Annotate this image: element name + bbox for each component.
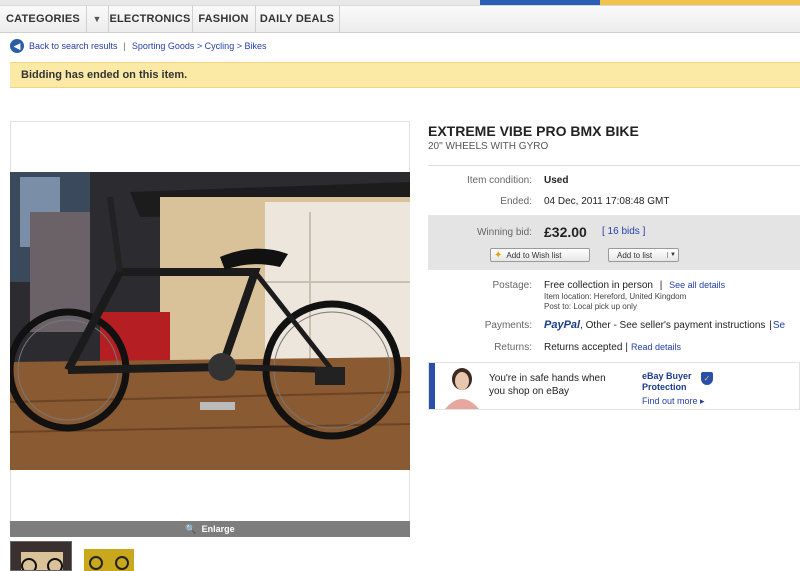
nav-electronics-label: ELECTRONICS: [109, 13, 191, 25]
returns-label: Returns:: [494, 342, 532, 353]
thumbnail-2[interactable]: [82, 541, 144, 571]
paypal-logo: PayPal: [544, 319, 580, 331]
payments-other: , Other - See seller's payment instructi…: [580, 320, 766, 331]
find-out-more-link[interactable]: Find out more ▸: [642, 396, 705, 407]
payments-label: Payments:: [484, 320, 532, 331]
caret-down-icon[interactable]: ▼: [86, 6, 109, 32]
nav-daily-deals[interactable]: DAILY DEALS: [255, 6, 340, 32]
add-to-list-label: Add to list: [617, 250, 653, 260]
returns-value: Returns accepted: [544, 342, 623, 353]
nav-fashion[interactable]: FASHION: [192, 6, 256, 32]
safe-hands-text: You're in safe hands when you shop on eB…: [489, 372, 606, 398]
bike-photo-illustration: [10, 172, 410, 470]
returns-line: Returns accepted | Read details: [544, 342, 681, 353]
read-details-link[interactable]: Read details: [631, 342, 681, 352]
enlarge-button[interactable]: 🔍 Enlarge: [10, 521, 410, 537]
ended-value: 04 Dec, 2011 17:08:48 GMT: [544, 196, 670, 207]
add-to-wish-list-button[interactable]: ✦ Add to Wish list: [490, 248, 590, 262]
postage-separator: |: [659, 280, 663, 291]
protection-line-1: eBay Buyer: [642, 371, 692, 381]
paypal-wordmark: PayPal: [544, 319, 581, 331]
nav-fashion-label: FASHION: [198, 13, 249, 25]
nav-daily-deals-label: DAILY DEALS: [259, 13, 335, 25]
condition-value: Used: [544, 175, 569, 186]
shield-icon: ✓: [701, 372, 713, 385]
thumbnail-1[interactable]: [10, 541, 72, 571]
accent-bar: [429, 363, 435, 409]
item-subtitle: 20" WHEELS WITH GYRO: [428, 141, 549, 152]
payments-more-link[interactable]: Se: [773, 320, 785, 331]
breadcrumb-separator: |: [123, 41, 126, 51]
protection-line-2: Protection: [642, 382, 687, 392]
nav-categories[interactable]: CATEGORIES: [0, 6, 87, 32]
wish-list-label: Add to Wish list: [506, 250, 562, 260]
ended-label: Ended:: [500, 196, 532, 207]
back-arrow-icon[interactable]: ◀: [10, 39, 24, 53]
postage-line: Free collection in person | See all deta…: [544, 280, 725, 291]
post-to: Post to: Local pick up only: [544, 302, 637, 311]
winning-bid-label: Winning bid:: [476, 227, 532, 238]
enlarge-label: Enlarge: [201, 524, 235, 534]
item-location: Item location: Hereford, United Kingdom: [544, 292, 687, 301]
divider: [428, 165, 800, 166]
payments-separator: |: [769, 320, 772, 331]
winning-price: £32.00: [544, 224, 587, 240]
status-banner-text: Bidding has ended on this item.: [21, 69, 188, 81]
nav-categories-label: CATEGORIES: [6, 13, 80, 25]
top-nav-bar: CATEGORIES ▼ ELECTRONICS FASHION DAILY D…: [0, 5, 800, 33]
star-icon: ✦: [494, 249, 503, 261]
safe-line-2: you shop on eBay: [489, 386, 570, 397]
thumbnail-1-illustration: [11, 542, 71, 570]
safe-line-1: You're in safe hands when: [489, 373, 606, 384]
status-banner: Bidding has ended on this item.: [10, 62, 800, 88]
returns-separator: |: [625, 342, 628, 353]
main-item-photo[interactable]: [10, 172, 410, 470]
ebay-buyer-protection: eBay Buyer Protection: [642, 371, 692, 393]
postage-value: Free collection in person: [544, 280, 653, 291]
buyer-protection-panel: You're in safe hands when you shop on eB…: [428, 362, 800, 410]
item-title: EXTREME VIBE PRO BMX BIKE: [428, 123, 639, 139]
add-to-list-button[interactable]: Add to list ▼: [608, 248, 679, 262]
thumbnail-2-illustration: [82, 541, 144, 571]
bid-count-link[interactable]: [ 16 bids ]: [602, 226, 645, 237]
breadcrumb: ◀ Back to search results | Sporting Good…: [10, 38, 270, 54]
support-agent-avatar: [445, 368, 479, 409]
condition-label: Item condition:: [466, 175, 532, 186]
back-to-search-link[interactable]: Back to search results: [29, 41, 118, 51]
postage-label: Postage:: [492, 280, 532, 291]
nav-electronics[interactable]: ELECTRONICS: [108, 6, 193, 32]
magnifier-icon: 🔍: [185, 523, 197, 534]
chevron-down-icon[interactable]: ▼: [667, 252, 678, 258]
category-path-link[interactable]: Sporting Goods > Cycling > Bikes: [132, 41, 267, 51]
see-all-details-link[interactable]: See all details: [669, 280, 725, 290]
payments-line: PayPal, Other - See seller's payment ins…: [544, 319, 785, 331]
